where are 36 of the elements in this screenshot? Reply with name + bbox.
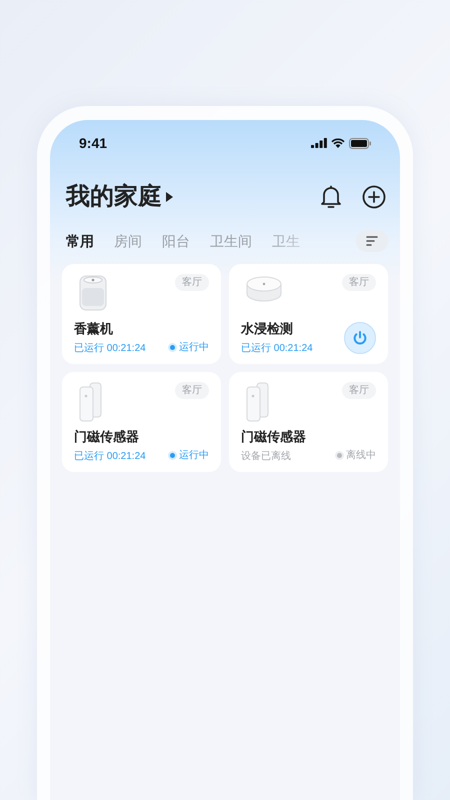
device-name: 门磁传感器 <box>241 428 306 446</box>
runtime-text: 已运行 00:21:24 <box>241 342 313 356</box>
device-name: 门磁传感器 <box>74 428 140 446</box>
room-tag: 客厅 <box>175 274 209 291</box>
runtime-text: 设备已离线 <box>241 450 292 464</box>
device-card[interactable]: 客厅 门磁传感器 已运行 00:21:24 运行中 <box>62 372 221 472</box>
room-tab[interactable]: 常用 <box>66 230 94 252</box>
runtime-text: 已运行 00:21:24 <box>74 342 146 356</box>
room-tag: 客厅 <box>175 382 209 399</box>
device-card[interactable]: 客厅 香薰机 已运行 00:21:24 运行中 <box>62 264 221 364</box>
device-card[interactable]: 客厅 水浸检测 已运行 00:21:24 <box>229 264 388 364</box>
door-sensor-icon <box>245 382 271 422</box>
puck-icon <box>245 274 283 304</box>
device-name: 水浸检测 <box>241 320 294 338</box>
signal-icon <box>311 138 327 148</box>
runtime-text: 已运行 00:21:24 <box>74 450 146 464</box>
caret-icon[interactable] <box>166 192 173 202</box>
diffuser-icon <box>78 274 108 312</box>
add-icon[interactable] <box>362 185 386 209</box>
room-tag: 客厅 <box>342 382 376 399</box>
device-name: 香薰机 <box>74 320 114 338</box>
door-sensor-icon <box>78 382 104 422</box>
room-tag: 客厅 <box>342 274 376 291</box>
power-button[interactable] <box>344 322 376 354</box>
device-card[interactable]: 客厅 门磁传感器 设备已离线 离线中 <box>229 372 388 472</box>
status-text: 运行中 <box>179 448 209 463</box>
battery-icon <box>349 138 371 148</box>
power-icon <box>352 330 368 346</box>
bell-icon[interactable] <box>320 185 342 209</box>
sort-icon <box>366 236 378 246</box>
status-text: 运行中 <box>179 340 209 355</box>
wifi-icon <box>331 138 345 148</box>
clock-time: 9:41 <box>79 134 108 152</box>
sort-button[interactable] <box>356 230 388 252</box>
home-title[interactable]: 我的家庭 <box>66 179 162 215</box>
status-text: 离线中 <box>346 448 376 463</box>
